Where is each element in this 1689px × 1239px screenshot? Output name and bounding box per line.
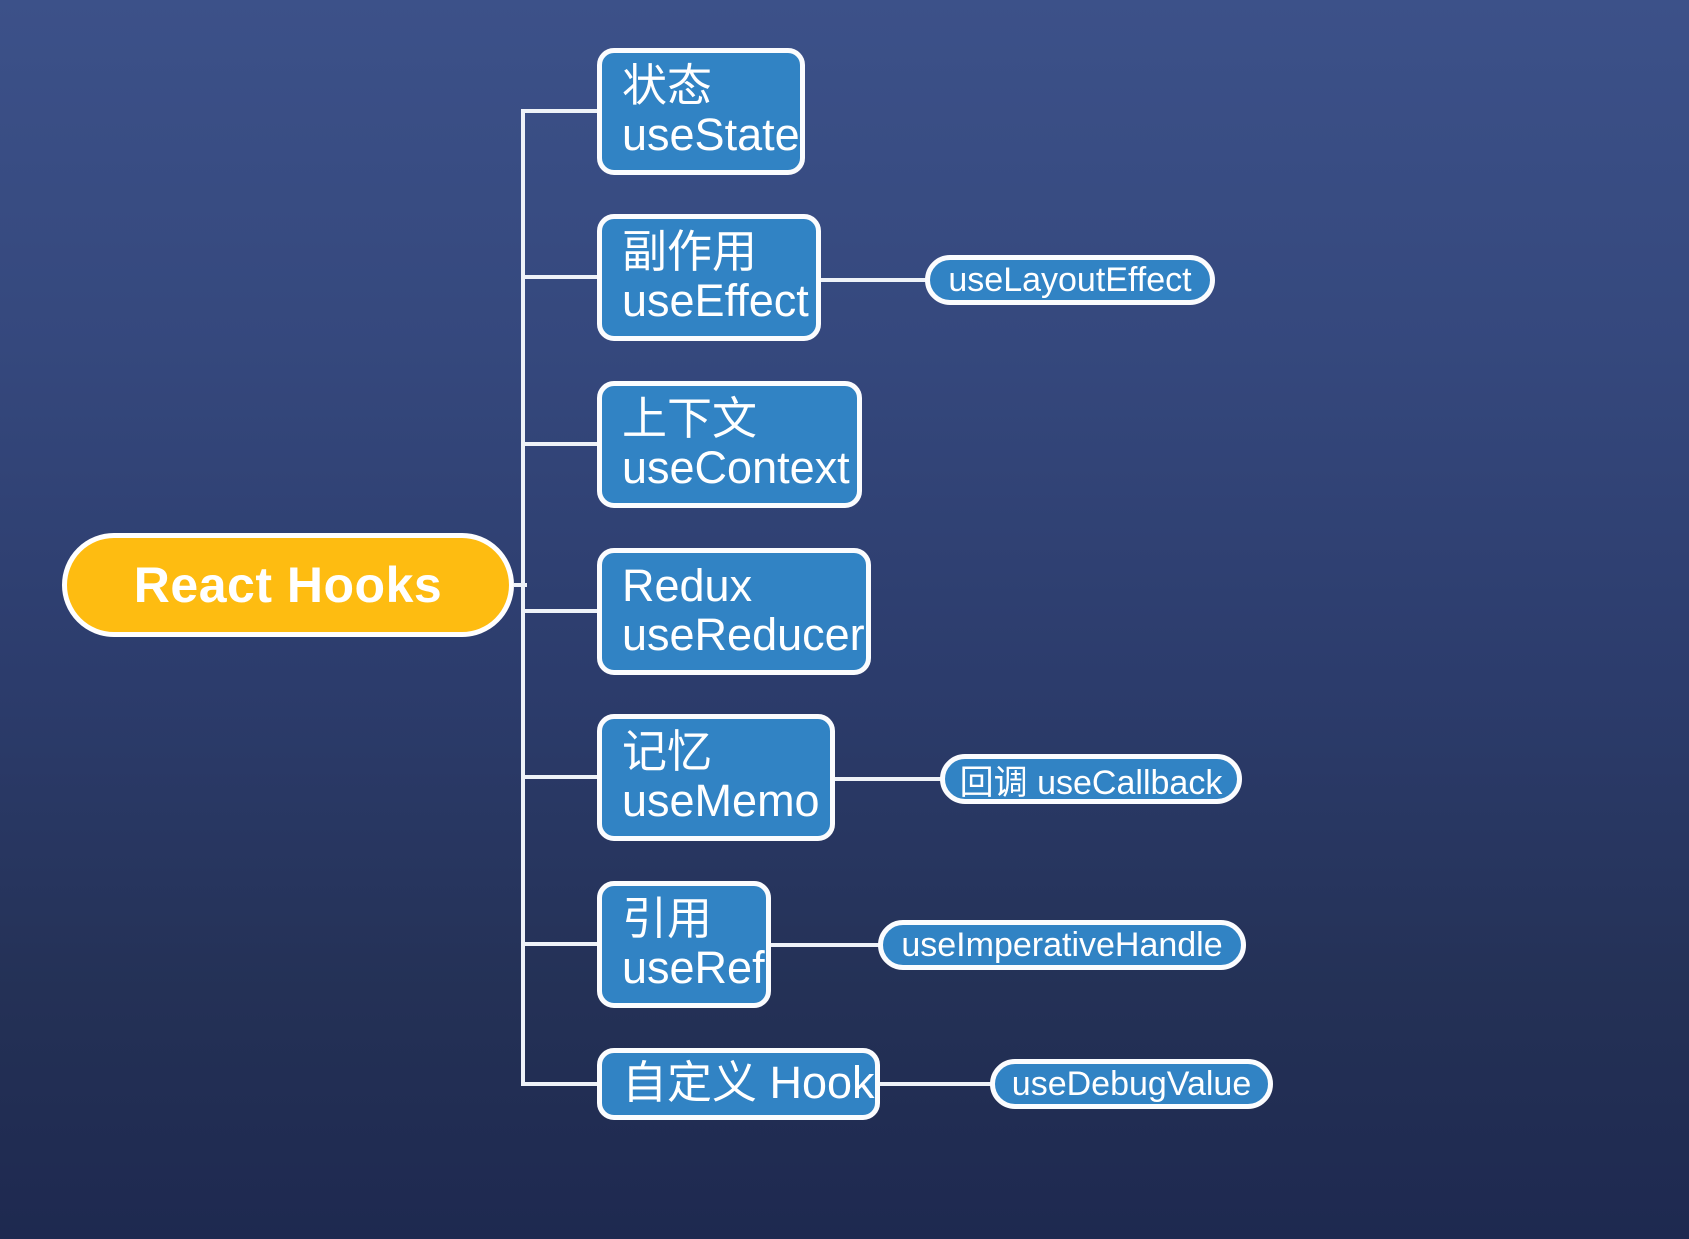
- leaf-label: useLayoutEffect: [948, 260, 1192, 299]
- leaf-label: useImperativeHandle: [901, 925, 1223, 964]
- branch-node-usereducer[interactable]: Redux useReducer: [597, 548, 871, 675]
- branch-label-line2: useContext: [622, 441, 850, 493]
- leaf-node-uselayouteffect[interactable]: useLayoutEffect: [925, 255, 1215, 305]
- leaf-node-usedebugvalue[interactable]: useDebugValue: [990, 1059, 1273, 1109]
- branch-node-customhook[interactable]: 自定义 Hook: [597, 1048, 880, 1120]
- branch-label-line1: 自定义 Hook: [622, 1056, 875, 1108]
- branch-node-usecontext[interactable]: 上下文 useContext: [597, 381, 862, 508]
- branch-node-usestate[interactable]: 状态 useState: [597, 48, 805, 175]
- branch-node-useref[interactable]: 引用 useRef: [597, 881, 771, 1008]
- branch-label-line1: 状态: [622, 59, 713, 111]
- branch-node-useeffect[interactable]: 副作用 useEffect: [597, 214, 821, 341]
- leaf-node-useimperativehandle[interactable]: useImperativeHandle: [878, 920, 1246, 970]
- branch-label-line2: useState: [622, 108, 800, 160]
- branch-label-line2: useRef: [622, 941, 765, 993]
- leaf-label: 回调 useCallback: [959, 763, 1223, 802]
- root-label: React Hooks: [133, 557, 443, 613]
- mindmap-canvas: React Hooks 状态 useState 副作用 useEffect us…: [0, 0, 1689, 1239]
- branch-node-usememo[interactable]: 记忆 useMemo: [597, 714, 835, 841]
- branch-label-line2: useMemo: [622, 774, 820, 826]
- branch-label-line1: 上下文: [622, 392, 758, 444]
- leaf-node-usecallback[interactable]: 回调 useCallback: [940, 754, 1242, 804]
- branch-label-line2: useReducer: [622, 608, 865, 660]
- root-node[interactable]: React Hooks: [62, 533, 514, 637]
- leaf-label: useDebugValue: [1011, 1064, 1252, 1103]
- branch-label-line1: 引用: [622, 892, 713, 944]
- branch-label-line1: 记忆: [622, 725, 713, 777]
- branch-label-line2: useEffect: [622, 274, 809, 326]
- branch-label-line1: 副作用: [622, 225, 758, 277]
- branch-label-line1: Redux: [622, 559, 753, 611]
